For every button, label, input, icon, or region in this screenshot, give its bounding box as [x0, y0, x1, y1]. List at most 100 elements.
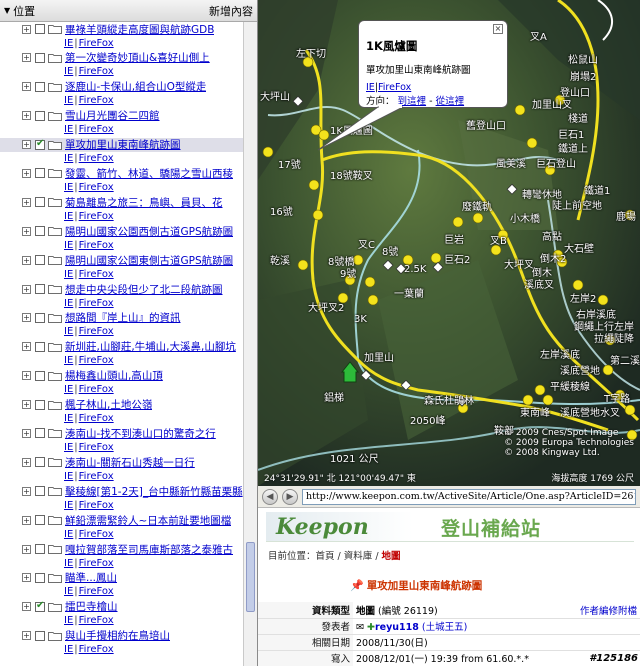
- place-title-link[interactable]: 雪山月光團谷二四館: [65, 108, 160, 123]
- list-item[interactable]: + 想走中央尖段但少了北二段航跡圖 IE | FireFox: [0, 282, 244, 311]
- expand-plus-icon[interactable]: +: [22, 226, 31, 236]
- place-title-link[interactable]: 楊梅鑫山頭山,高山頂: [65, 368, 163, 383]
- mail-icon[interactable]: ✉: [356, 622, 364, 633]
- expand-plus-icon[interactable]: +: [22, 428, 31, 438]
- firefox-link[interactable]: FireFox: [79, 269, 114, 280]
- place-title-link[interactable]: 擂巴寺檜山: [65, 599, 118, 614]
- expand-plus-icon[interactable]: +: [22, 24, 31, 34]
- place-title-link[interactable]: 想走中央尖段但少了北二段航跡圖: [65, 282, 223, 297]
- ie-link[interactable]: IE: [64, 413, 73, 424]
- place-title-link[interactable]: 新圳莊,山腳莊,牛埔山,大溪鼻,山腳坑: [65, 339, 236, 354]
- visibility-checkbox[interactable]: [35, 24, 45, 34]
- places-scrollbar[interactable]: [243, 22, 257, 666]
- expand-plus-icon[interactable]: +: [22, 313, 31, 323]
- firefox-link[interactable]: FireFox: [79, 413, 114, 424]
- visibility-checkbox[interactable]: [35, 544, 45, 555]
- expand-plus-icon[interactable]: +: [22, 197, 31, 207]
- ie-link[interactable]: IE: [64, 615, 73, 626]
- ie-link[interactable]: IE: [64, 38, 73, 49]
- visibility-checkbox[interactable]: [35, 255, 45, 266]
- firefox-link[interactable]: FireFox: [79, 471, 114, 482]
- list-item[interactable]: + 雪山月光團谷二四館 IE | FireFox: [0, 109, 244, 138]
- list-item[interactable]: + 逐鹿山-卡保山,組合山O型縱走 IE | FireFox: [0, 80, 244, 109]
- visibility-checkbox[interactable]: [35, 600, 45, 612]
- expand-plus-icon[interactable]: +: [22, 631, 31, 641]
- place-title-link[interactable]: 菊島離島之旅三：鳥嶼、員貝、花: [65, 195, 223, 210]
- visibility-checkbox[interactable]: [35, 486, 45, 497]
- visibility-checkbox[interactable]: [35, 370, 45, 381]
- ie-link[interactable]: IE: [64, 471, 73, 482]
- firefox-link[interactable]: FireFox: [79, 644, 114, 655]
- expand-plus-icon[interactable]: +: [22, 342, 31, 352]
- expand-plus-icon[interactable]: +: [22, 544, 31, 554]
- list-item[interactable]: + 單攻加里山東南峰航跡圖IE|FireFox: [0, 137, 244, 167]
- firefox-link[interactable]: FireFox: [79, 586, 114, 597]
- ie-link[interactable]: IE: [64, 500, 73, 511]
- ie-link[interactable]: IE: [64, 442, 73, 453]
- add-content-link[interactable]: 新增內容: [209, 3, 253, 19]
- ie-link[interactable]: IE: [64, 240, 73, 251]
- firefox-link[interactable]: FireFox: [79, 66, 114, 77]
- author-edit-attachment-link[interactable]: 作者編修附檔: [580, 606, 637, 617]
- list-item[interactable]: + 楓子林山,土地公嶺 IE | FireFox: [0, 398, 244, 427]
- expand-plus-icon[interactable]: +: [22, 255, 31, 265]
- firefox-link[interactable]: FireFox: [79, 384, 114, 395]
- visibility-checkbox[interactable]: [35, 399, 45, 410]
- breadcrumb-home-link[interactable]: 首頁: [316, 551, 335, 562]
- list-item[interactable]: + 湊南山-找不到湊山口的驚奇之行 IE | FireFox: [0, 426, 244, 455]
- ie-link[interactable]: IE: [64, 298, 73, 309]
- visibility-checkbox[interactable]: [35, 197, 45, 208]
- place-title-link[interactable]: 鮮鉛漂需緊鈴人~日本前趾要地圖檔: [65, 513, 231, 528]
- firefox-link[interactable]: FireFox: [79, 558, 114, 569]
- place-title-link[interactable]: 湊南山-關新石山秀越一日行: [65, 455, 195, 470]
- place-title-link[interactable]: 湊南山-找不到湊山口的驚奇之行: [65, 426, 216, 441]
- ie-link[interactable]: IE: [64, 182, 73, 193]
- visibility-checkbox[interactable]: [35, 284, 45, 295]
- forward-arrow-icon[interactable]: ▶: [282, 488, 298, 505]
- balloon-firefox-link[interactable]: FireFox: [378, 82, 411, 93]
- list-item[interactable]: + 與山手攪相約在鳥培山 IE | FireFox: [0, 629, 244, 658]
- firefox-link[interactable]: FireFox: [79, 240, 114, 251]
- expand-plus-icon[interactable]: +: [22, 400, 31, 410]
- expand-plus-icon[interactable]: +: [22, 602, 31, 612]
- site-logo[interactable]: Keepon: [276, 514, 369, 540]
- firefox-link[interactable]: FireFox: [79, 326, 114, 337]
- visibility-checkbox[interactable]: [35, 138, 45, 150]
- ie-link[interactable]: IE: [64, 153, 73, 164]
- author-alias[interactable]: (土城王五): [422, 622, 467, 633]
- place-title-link[interactable]: 第一次變奇妙頂山&喜好山側上: [65, 50, 210, 65]
- expand-plus-icon[interactable]: +: [22, 168, 31, 178]
- visibility-checkbox[interactable]: [35, 428, 45, 439]
- expand-plus-icon[interactable]: +: [22, 111, 31, 121]
- place-title-link[interactable]: 瞄準...鳳山: [65, 570, 117, 585]
- expand-plus-icon[interactable]: +: [22, 457, 31, 467]
- firefox-link[interactable]: FireFox: [79, 529, 114, 540]
- list-item[interactable]: + 瞄準...鳳山 IE | FireFox: [0, 571, 244, 600]
- ie-link[interactable]: IE: [64, 558, 73, 569]
- ie-link[interactable]: IE: [64, 66, 73, 77]
- visibility-checkbox[interactable]: [35, 226, 45, 237]
- list-item[interactable]: + 鮮鉛漂需緊鈴人~日本前趾要地圖檔 IE | FireFox: [0, 513, 244, 542]
- collapse-triangle-icon[interactable]: ▼: [4, 6, 10, 15]
- firefox-link[interactable]: FireFox: [79, 298, 114, 309]
- firefox-link[interactable]: FireFox: [79, 615, 114, 626]
- author-link[interactable]: reyu118: [375, 622, 419, 633]
- place-title-link[interactable]: 楓子林山,土地公嶺: [65, 397, 152, 412]
- firefox-link[interactable]: FireFox: [79, 355, 114, 366]
- list-item[interactable]: + 第一次變奇妙頂山&喜好山側上 IE | FireFox: [0, 51, 244, 80]
- list-item[interactable]: + 菊島離島之旅三：鳥嶼、員貝、花 IE | FireFox: [0, 195, 244, 224]
- list-item[interactable]: + 畢祿羊頭縱走高度圖與航跡GDB IE | FireFox: [0, 22, 244, 51]
- expand-plus-icon[interactable]: +: [22, 515, 31, 525]
- place-title-link[interactable]: 與山手攪相約在鳥培山: [65, 628, 170, 643]
- visibility-checkbox[interactable]: [35, 630, 45, 641]
- ie-link[interactable]: IE: [64, 326, 73, 337]
- ie-link[interactable]: IE: [64, 95, 73, 106]
- visibility-checkbox[interactable]: [35, 572, 45, 583]
- visibility-checkbox[interactable]: [35, 457, 45, 468]
- directions-to-link[interactable]: 到這裡: [398, 96, 427, 107]
- place-title-link[interactable]: 擊稜線[第1-2天]_台中縣新竹縣苗栗縣: [65, 484, 243, 499]
- list-item[interactable]: + 發靈、箭竹、林道、驕陽之雪山西稜 IE | FireFox: [0, 166, 244, 195]
- list-item[interactable]: + 擊稜線[第1-2天]_台中縣新竹縣苗栗縣 IE | FireFox: [0, 484, 244, 513]
- url-field[interactable]: http://www.keepon.com.tw/ActiveSite/Arti…: [302, 488, 636, 505]
- map-view[interactable]: 左下切 大坪山 1K風爐圖 17號 18號鞍叉 16號 乾溪 8號橋 9號 大坪…: [258, 0, 640, 486]
